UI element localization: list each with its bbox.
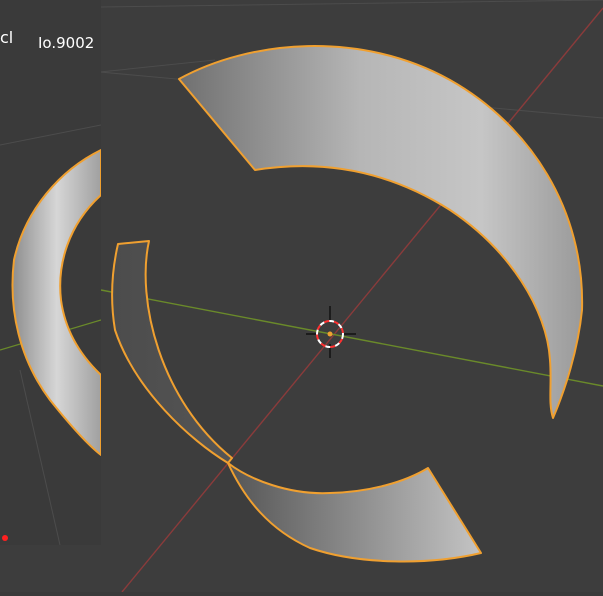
mesh-strip-left[interactable]: [111, 240, 233, 464]
object-origin-icon[interactable]: [327, 331, 333, 337]
inset-view-canvas: [0, 124, 102, 545]
overlay-text-right: Io.9002: [38, 34, 95, 52]
mesh-arc-top[interactable]: [178, 45, 584, 419]
mesh-arc-bottom[interactable]: [227, 462, 482, 563]
inset-mesh-arc[interactable]: [11, 149, 102, 456]
red-dot-icon: [2, 535, 8, 541]
inset-view-panel[interactable]: cl: [0, 0, 101, 545]
y-axis-line: [100, 289, 603, 387]
overlay-text-left: cl: [0, 28, 14, 47]
3d-viewport[interactable]: cl Io.9002: [0, 0, 603, 593]
